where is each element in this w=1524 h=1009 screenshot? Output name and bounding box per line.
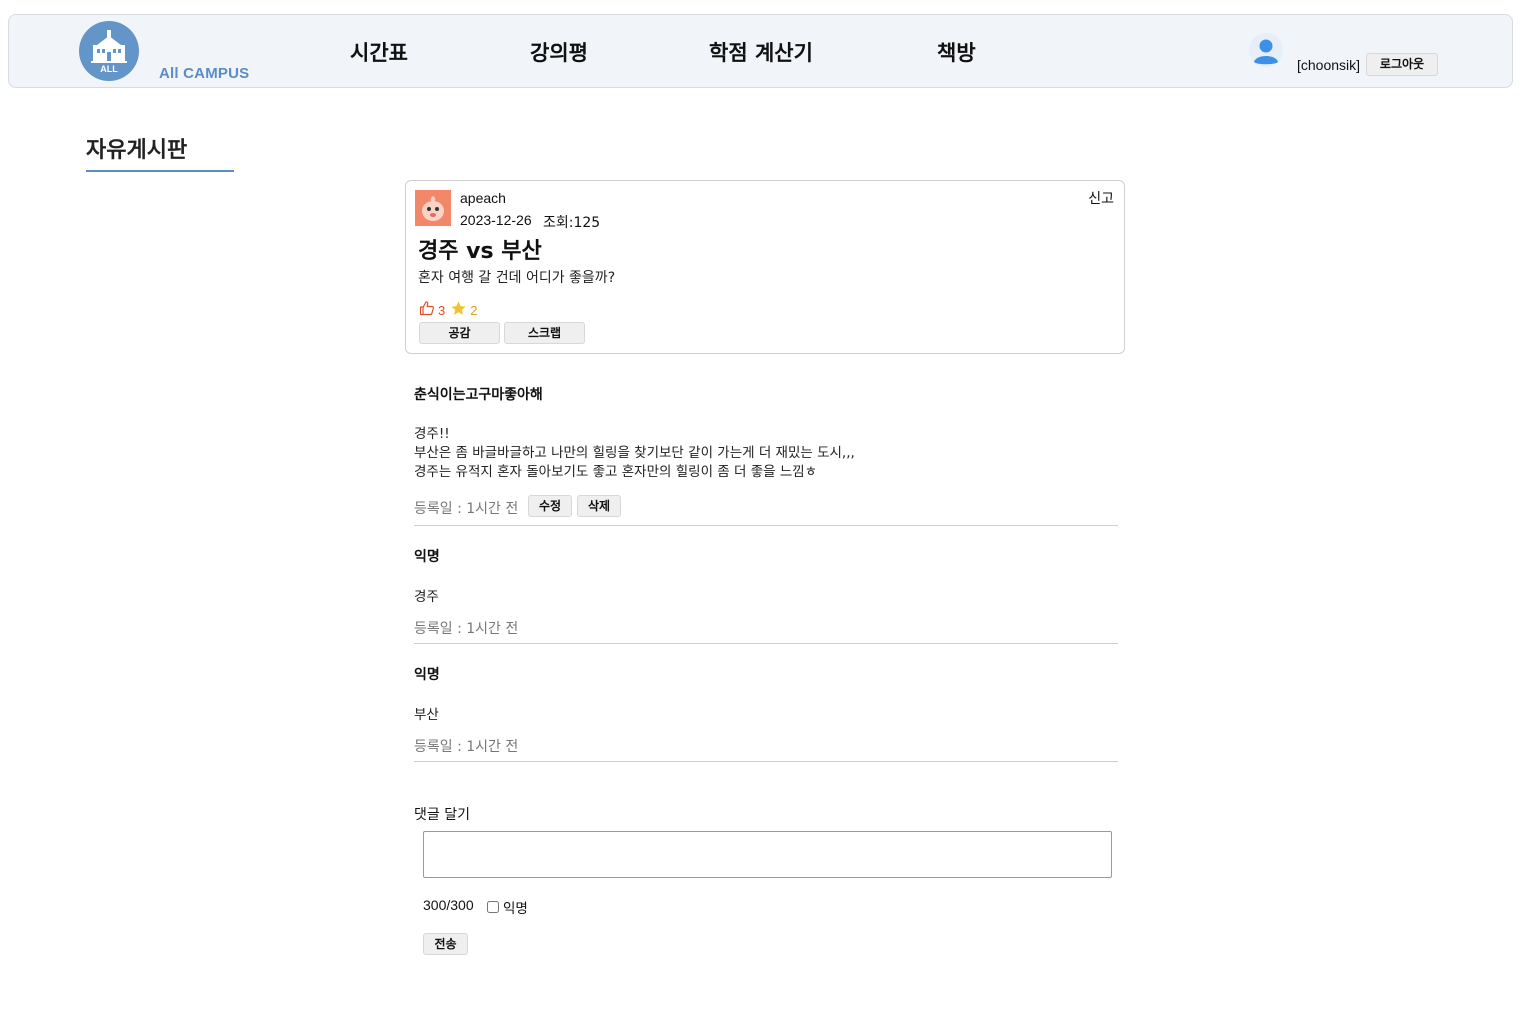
post-card: apeach 2023-12-26 조회:125 신고 경주 vs 부산 혼자 … (405, 180, 1125, 354)
anonymous-checkbox[interactable] (487, 901, 499, 913)
logo-text: ALL (100, 64, 118, 74)
comment-author: 익명 (414, 667, 440, 683)
author-avatar (415, 190, 451, 226)
comment-item: 익명 부산 등록일 : 1시간 전 (414, 662, 1118, 762)
nav-lecture-review[interactable]: 강의평 (530, 37, 588, 67)
comment-text-line: 경주는 유적지 혼자 돌아보기도 좋고 혼자만의 힐링이 좀 더 좋을 느낌ㅎ (414, 464, 818, 480)
campus-logo[interactable]: ALL (79, 21, 139, 81)
edit-comment-button[interactable]: 수정 (528, 495, 572, 517)
apeach-face-icon (415, 190, 451, 226)
post-views: 조회:125 (543, 215, 601, 231)
brand-name[interactable]: All CAMPUS (159, 65, 249, 82)
scrap-count: 2 (470, 302, 478, 318)
comment-text-line: 경주!! (414, 426, 450, 442)
nav-timetable[interactable]: 시간표 (350, 37, 408, 67)
scrap-button[interactable]: 스크랩 (504, 322, 585, 344)
post-body: 혼자 여행 갈 건데 어디가 좋을까? (418, 270, 616, 286)
comment-date: 등록일 : 1시간 전 (414, 621, 519, 637)
comment-text-line: 부산은 좀 바글바글하고 나만의 힐링을 찾기보단 같이 가는게 더 재밌는 도… (414, 445, 855, 461)
char-counter: 300/300 (423, 897, 474, 913)
nav-grade-calculator[interactable]: 학점 계산기 (709, 37, 813, 67)
like-button[interactable]: 공감 (419, 322, 500, 344)
comment-author: 춘식이는고구마좋아해 (414, 387, 543, 403)
comment-text-line: 부산 (414, 707, 439, 723)
logout-button[interactable]: 로그아웃 (1366, 53, 1438, 76)
report-link[interactable]: 신고 (1088, 188, 1114, 208)
submit-comment-button[interactable]: 전송 (423, 933, 468, 955)
comment-date: 등록일 : 1시간 전 (414, 739, 519, 755)
comment-item: 익명 경주 등록일 : 1시간 전 (414, 544, 1118, 644)
post-stats: 3 2 (419, 298, 477, 318)
thumbs-up-icon (419, 301, 434, 316)
comment-input[interactable] (423, 831, 1112, 878)
user-avatar-icon[interactable] (1249, 33, 1283, 67)
post-date: 2023-12-26 (460, 212, 532, 228)
username: [choonsik] (1297, 57, 1361, 73)
top-header: ALL All CAMPUS 시간표 강의평 학점 계산기 책방 [choons… (8, 14, 1513, 88)
comment-item: 춘식이는고구마좋아해 경주!! 부산은 좀 바글바글하고 나만의 힐링을 찾기보… (414, 380, 1118, 526)
delete-comment-button[interactable]: 삭제 (577, 495, 621, 517)
board-title: 자유게시판 (86, 138, 188, 163)
post-title: 경주 vs 부산 (418, 239, 542, 264)
like-count: 3 (438, 302, 446, 318)
comment-text-line: 경주 (414, 589, 439, 605)
nav-bookstore[interactable]: 책방 (937, 37, 976, 67)
star-icon (451, 300, 466, 315)
post-author: apeach (460, 190, 506, 206)
anonymous-option: 익명 (487, 897, 528, 917)
comment-author: 익명 (414, 549, 440, 565)
comment-form-label: 댓글 달기 (414, 807, 470, 823)
board-title-underline (86, 170, 234, 172)
anonymous-label[interactable]: 익명 (503, 897, 528, 917)
comment-date: 등록일 : 1시간 전 (414, 501, 519, 517)
